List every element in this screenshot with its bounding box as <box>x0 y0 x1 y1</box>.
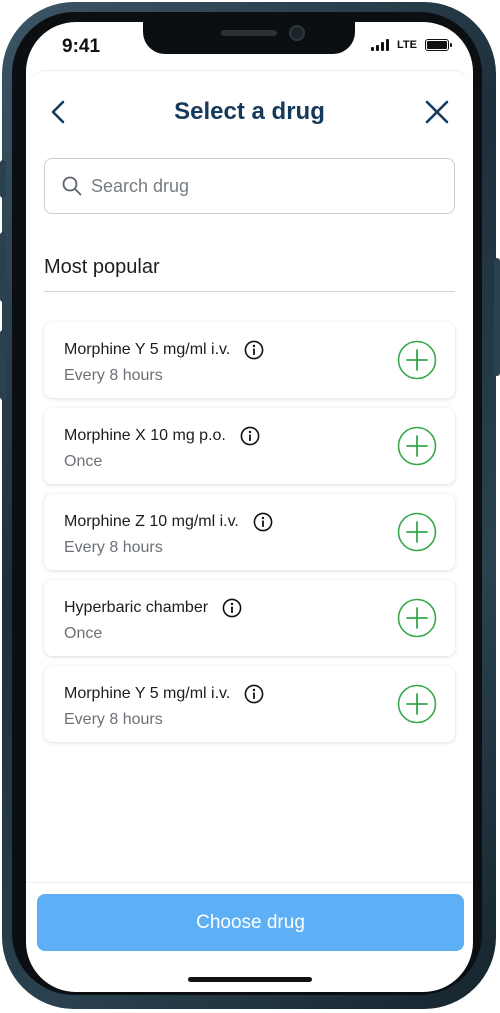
drug-name: Morphine Z 10 mg/ml i.v. <box>64 513 239 530</box>
drug-name-row: Morphine X 10 mg p.o. <box>64 426 260 446</box>
speaker <box>221 30 277 36</box>
footer-divider <box>26 882 473 883</box>
info-icon[interactable] <box>244 340 264 360</box>
drug-name: Morphine X 10 mg p.o. <box>64 427 226 444</box>
drug-name: Hyperbaric chamber <box>64 599 209 616</box>
search-icon <box>62 176 82 196</box>
add-drug-button[interactable] <box>397 598 437 638</box>
notch <box>143 22 355 54</box>
add-drug-button[interactable] <box>397 340 437 380</box>
section-divider <box>44 291 455 292</box>
drug-item[interactable]: Morphine X 10 mg p.o. Once <box>44 408 455 484</box>
phone-power-button <box>494 258 500 376</box>
drug-frequency: Once <box>64 453 103 470</box>
search-input[interactable] <box>91 175 431 197</box>
sheet-top-edge <box>26 70 473 90</box>
drug-name-row: Morphine Y 5 mg/ml i.v. <box>64 340 264 360</box>
drug-name-row: Morphine Y 5 mg/ml i.v. <box>64 684 264 704</box>
info-icon[interactable] <box>240 426 260 446</box>
drug-frequency: Every 8 hours <box>64 539 163 556</box>
section-title: Most popular <box>44 256 160 278</box>
close-icon <box>425 100 449 124</box>
drug-frequency: Every 8 hours <box>64 367 163 384</box>
drug-frequency: Once <box>64 625 103 642</box>
drug-frequency: Every 8 hours <box>64 711 163 728</box>
drug-name: Morphine Y 5 mg/ml i.v. <box>64 341 231 358</box>
drug-item[interactable]: Morphine Y 5 mg/ml i.v. Every 8 hours <box>44 322 455 398</box>
drug-name: Morphine Y 5 mg/ml i.v. <box>64 685 231 702</box>
add-drug-button[interactable] <box>397 426 437 466</box>
battery-level <box>427 41 447 49</box>
info-icon[interactable] <box>222 598 242 618</box>
drug-item[interactable]: Morphine Z 10 mg/ml i.v. Every 8 hours <box>44 494 455 570</box>
home-indicator[interactable] <box>188 977 312 982</box>
info-icon[interactable] <box>253 512 273 532</box>
status-indicators: LTE <box>371 39 452 51</box>
battery-icon <box>425 39 452 51</box>
search-box[interactable] <box>44 158 455 214</box>
screen: 9:41 LTE Select a drug Search drug Most … <box>26 22 473 992</box>
add-drug-button[interactable] <box>397 512 437 552</box>
phone-volume-up <box>0 232 6 302</box>
choose-drug-button[interactable]: Choose drug <box>37 894 464 951</box>
drug-item[interactable]: Morphine Y 5 mg/ml i.v. Every 8 hours <box>44 666 455 742</box>
status-time: 9:41 <box>62 36 101 57</box>
network-type: LTE <box>397 39 417 51</box>
add-drug-button[interactable] <box>397 684 437 724</box>
close-button[interactable] <box>421 96 453 128</box>
info-icon[interactable] <box>244 684 264 704</box>
drug-item[interactable]: Hyperbaric chamber Once <box>44 580 455 656</box>
page-title: Select a drug <box>174 98 325 125</box>
drug-name-row: Morphine Z 10 mg/ml i.v. <box>64 512 273 532</box>
phone-volume-down <box>0 330 6 400</box>
drug-name-row: Hyperbaric chamber <box>64 598 242 618</box>
front-camera <box>289 25 305 41</box>
signal-icon <box>371 39 390 51</box>
modal-header: Select a drug <box>26 90 473 134</box>
phone-mute-switch <box>0 160 6 198</box>
drug-list: Morphine Y 5 mg/ml i.v. Every 8 hours Mo… <box>44 322 455 752</box>
